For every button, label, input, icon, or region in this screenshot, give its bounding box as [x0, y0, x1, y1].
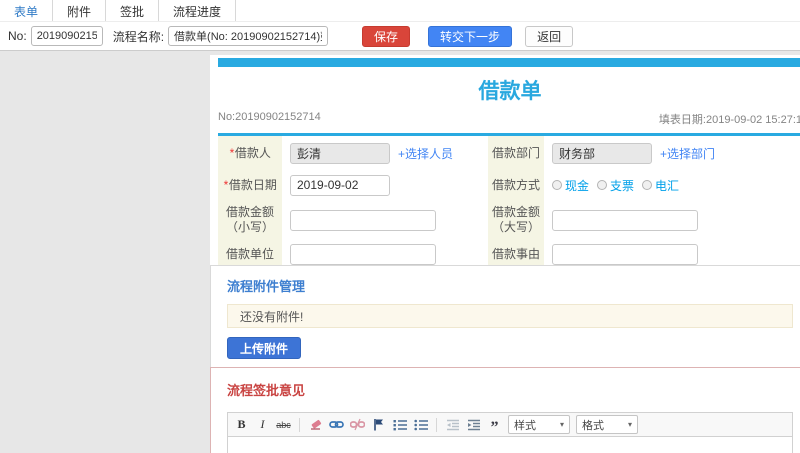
attachment-section: 流程附件管理 还没有附件! 上传附件 — [210, 265, 800, 370]
form-toolbar: No: 流程名称: 保存 转交下一步 返回 — [0, 22, 800, 51]
link-icon — [329, 421, 344, 428]
save-button[interactable]: 保存 — [362, 25, 411, 47]
unlink-button[interactable] — [350, 417, 365, 433]
indent-icon — [467, 419, 480, 430]
form-fill-date-text: 填表日期:2019-09-02 15:27:1 — [658, 114, 800, 126]
form-no-text: No:20190902152714 — [218, 111, 321, 123]
bulleted-list-icon — [413, 419, 428, 430]
select-department-link[interactable]: +选择部门 — [660, 145, 715, 162]
radio-wire[interactable] — [642, 180, 653, 190]
tab-form[interactable]: 表单 — [0, 0, 54, 21]
radio-cash[interactable] — [552, 180, 562, 190]
back-button[interactable]: 返回 — [525, 25, 574, 47]
editor-content-area[interactable] — [228, 437, 792, 453]
blockquote-button[interactable]: ” — [487, 417, 502, 435]
select-person-link[interactable]: +选择人员 — [398, 145, 453, 162]
amount-lowercase-label: 借款金额（小写） — [218, 200, 282, 240]
attachment-section-heading: 流程附件管理 — [227, 279, 306, 294]
upload-attachment-button[interactable]: 上传附件 — [227, 337, 302, 359]
bulleted-list-button[interactable] — [413, 417, 428, 433]
process-name-label: 流程名称: — [112, 29, 165, 44]
process-name-input[interactable] — [168, 26, 329, 46]
form-title: 借款单 — [478, 80, 542, 103]
link-button[interactable] — [329, 417, 344, 433]
radio-cheque-label[interactable]: 支票 — [610, 177, 634, 194]
amount-lowercase-input[interactable] — [290, 209, 436, 231]
no-input[interactable] — [30, 26, 103, 46]
radio-cash-label[interactable]: 现金 — [565, 177, 589, 194]
loan-date-input[interactable] — [290, 174, 390, 196]
loan-method-options: 现金 支票 电汇 — [544, 170, 800, 200]
no-attachment-message: 还没有附件! — [227, 304, 793, 328]
italic-button[interactable]: I — [255, 417, 270, 433]
tab-process-progress[interactable]: 流程进度 — [159, 0, 237, 21]
top-tab-bar: 表单 附件 签批 流程进度 — [0, 0, 800, 22]
forward-next-step-button[interactable]: 转交下一步 — [428, 25, 513, 47]
strikethrough-button[interactable]: abc — [276, 417, 291, 433]
outdent-button[interactable] — [445, 417, 460, 433]
numbered-list-icon — [393, 419, 407, 430]
loan-date-label: *借款日期 — [218, 170, 282, 200]
editor-toolbar: B I abc ” 样式 ▾ 格式 ▾ — [228, 413, 792, 437]
chevron-down-icon: ▾ — [627, 420, 632, 429]
loan-unit-label: 借款单位 — [218, 240, 282, 268]
tab-attachment[interactable]: 附件 — [53, 0, 107, 21]
required-asterisk: * — [229, 145, 234, 160]
toolbar-divider — [299, 417, 300, 432]
bold-button[interactable]: B — [234, 417, 249, 433]
page-content: 借款单 No:20190902152714 填表日期:2019-09-02 15… — [0, 51, 800, 453]
format-dropdown-label: 格式 — [582, 419, 604, 432]
numbered-list-button[interactable] — [392, 417, 407, 433]
rich-text-editor: B I abc ” 样式 ▾ 格式 ▾ — [227, 412, 793, 453]
borrower-input[interactable] — [290, 142, 390, 164]
department-input[interactable] — [552, 142, 652, 164]
flag-icon — [374, 419, 383, 431]
format-dropdown[interactable]: 格式 ▾ — [576, 415, 638, 434]
loan-reason-label: 借款事由 — [488, 240, 544, 268]
loan-form-panel: 借款单 No:20190902152714 填表日期:2019-09-02 15… — [210, 55, 800, 272]
outdent-icon — [446, 419, 459, 430]
no-label: No: — [8, 29, 27, 43]
eraser-icon — [310, 419, 321, 430]
loan-reason-input[interactable] — [552, 243, 698, 265]
radio-wire-label[interactable]: 电汇 — [655, 177, 679, 194]
loan-form-grid: *借款人 +选择人员 借款部门 +选择部门 *借款日期 借款方式 — [218, 136, 800, 268]
loan-method-label: 借款方式 — [488, 170, 544, 200]
indent-button[interactable] — [466, 417, 481, 433]
amount-uppercase-input[interactable] — [552, 209, 698, 231]
approval-section: 流程签批意见 B I abc ” 样式 ▾ 格式 ▾ — [210, 367, 800, 453]
toolbar-divider — [436, 417, 437, 432]
amount-uppercase-label: 借款金额（大写） — [488, 200, 544, 240]
borrower-label: *借款人 — [218, 136, 282, 170]
radio-cheque[interactable] — [597, 180, 608, 190]
anchor-flag-button[interactable] — [371, 417, 386, 433]
styles-dropdown[interactable]: 样式 ▾ — [508, 415, 570, 434]
loan-unit-input[interactable] — [290, 243, 436, 265]
unlink-icon — [350, 418, 365, 431]
styles-dropdown-label: 样式 — [514, 419, 536, 432]
department-label: 借款部门 — [488, 136, 544, 170]
required-asterisk: * — [223, 177, 228, 192]
form-top-accent-bar — [218, 58, 800, 67]
tab-approval[interactable]: 签批 — [106, 0, 160, 21]
chevron-down-icon: ▾ — [559, 420, 564, 429]
approval-section-heading: 流程签批意见 — [227, 383, 306, 398]
remove-format-button[interactable] — [308, 417, 323, 433]
